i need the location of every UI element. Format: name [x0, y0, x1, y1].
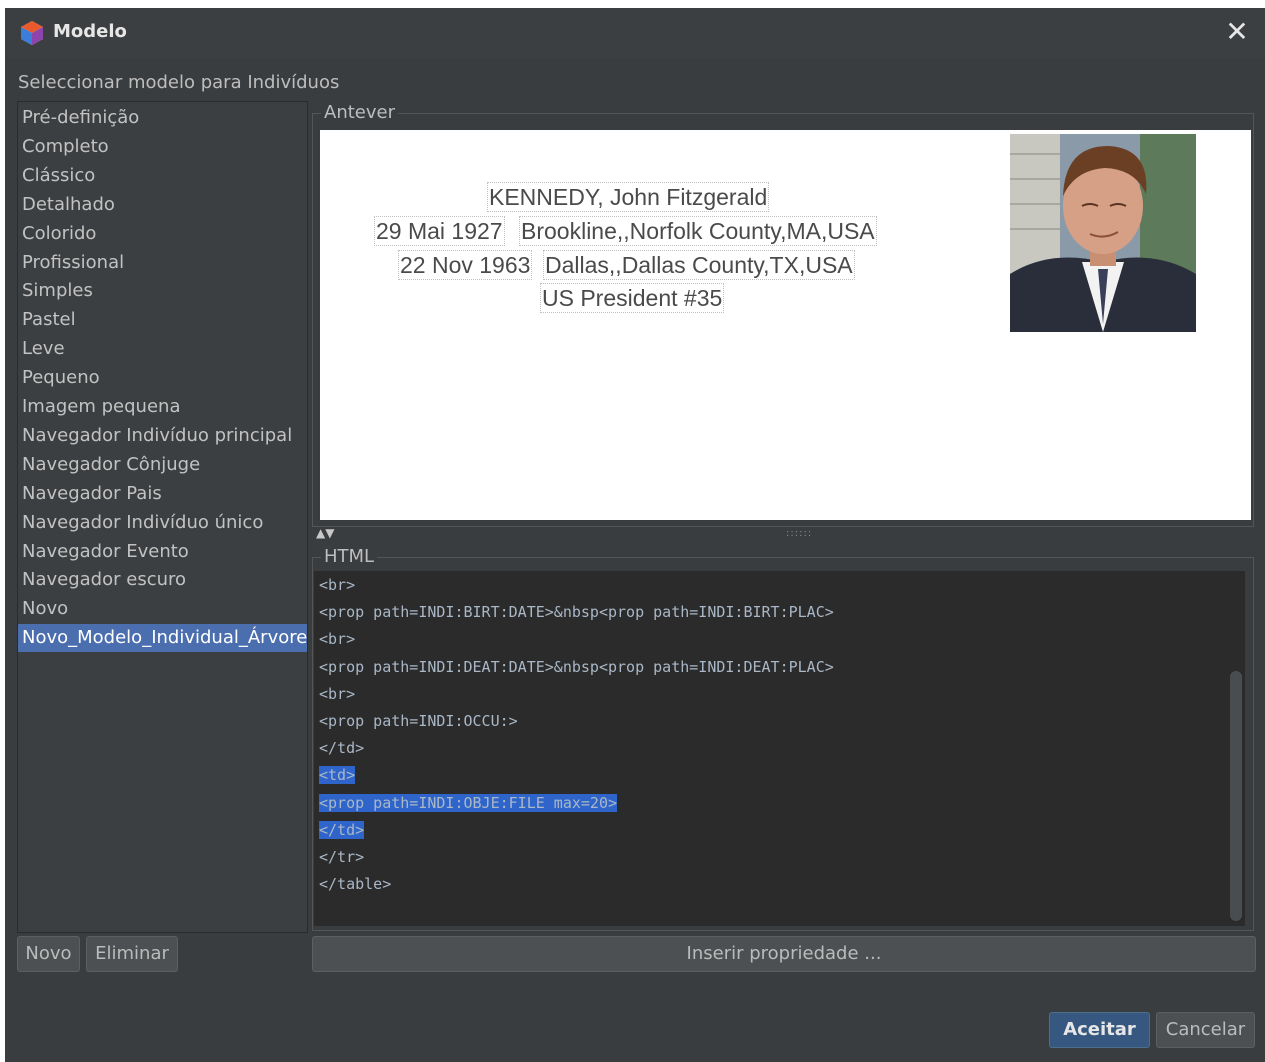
- template-list-item[interactable]: Pastel: [18, 306, 307, 334]
- code-line[interactable]: <prop path=INDI:OBJE:FILE max=20>: [319, 792, 618, 814]
- template-list-item[interactable]: Pré-definição: [18, 104, 307, 132]
- splitter-grip[interactable]: ::::::: [786, 528, 812, 539]
- code-line[interactable]: </td>: [319, 737, 364, 759]
- insert-property-button[interactable]: Inserir propriedade ...: [312, 936, 1256, 972]
- code-line-text: <prop path=INDI:DEAT:DATE>&nbsp<prop pat…: [319, 657, 834, 676]
- template-list-item[interactable]: Navegador Pais: [18, 480, 307, 508]
- html-editor[interactable]: <br> <prop path=INDI:BIRT:DATE>&nbsp<prop…: [314, 571, 1227, 926]
- preview-death-place: Dallas,,Dallas County,TX,USA: [543, 250, 855, 280]
- title-bar: Modelo ✕: [5, 8, 1265, 58]
- template-list-item[interactable]: Novo: [18, 595, 307, 623]
- code-line-text: <br>: [319, 684, 356, 703]
- template-list-item[interactable]: Profissional: [18, 249, 307, 277]
- template-list-item[interactable]: Novo_Modelo_Individual_Árvore: [18, 624, 307, 653]
- template-list-item[interactable]: Navegador Cônjuge: [18, 451, 307, 479]
- dialog-subtitle: Seleccionar modelo para Indivíduos: [18, 72, 340, 93]
- template-list-item[interactable]: Navegador escuro: [18, 566, 307, 594]
- preview-birth-date: 29 Mai 1927: [374, 216, 505, 246]
- window-title: Modelo: [53, 21, 127, 42]
- template-list-item[interactable]: Colorido: [18, 220, 307, 248]
- template-list-item[interactable]: Simples: [18, 277, 307, 305]
- template-list-item[interactable]: Clássico: [18, 162, 307, 190]
- editor-scrollbar-thumb[interactable]: [1230, 671, 1242, 921]
- code-line[interactable]: <br>: [319, 628, 355, 650]
- delete-template-button[interactable]: Eliminar: [86, 936, 178, 972]
- code-line-text: <td>: [319, 766, 356, 785]
- preview-death-date: 22 Nov 1963: [398, 250, 533, 280]
- preview-birth-place: Brookline,,Norfolk County,MA,USA: [519, 216, 877, 246]
- template-list-item[interactable]: Navegador Indivíduo único: [18, 509, 307, 537]
- code-line[interactable]: </table>: [319, 873, 391, 895]
- code-line[interactable]: <prop path=INDI:BIRT:DATE>&nbsp<prop pat…: [319, 601, 834, 623]
- portrait-photo: [1010, 134, 1196, 332]
- code-line[interactable]: </tr>: [319, 846, 364, 868]
- template-list-item[interactable]: Completo: [18, 133, 307, 161]
- accept-button[interactable]: Aceitar: [1049, 1012, 1150, 1048]
- preview-occupation: US President #35: [540, 283, 725, 313]
- code-line[interactable]: <prop path=INDI:OCCU:>: [319, 710, 518, 732]
- code-line[interactable]: <td>: [319, 764, 356, 786]
- code-line[interactable]: <prop path=INDI:DEAT:DATE>&nbsp<prop pat…: [319, 656, 834, 678]
- code-line-text: </td>: [319, 820, 365, 839]
- code-line-text: </tr>: [319, 848, 365, 866]
- splitter-collapse-arrows[interactable]: ▲▼: [316, 526, 334, 540]
- template-list-item[interactable]: Detalhado: [18, 191, 307, 219]
- template-list[interactable]: Pré-definição Completo Clássico Detalhado Co…: [17, 101, 308, 933]
- code-line[interactable]: <br>: [319, 683, 355, 705]
- template-list-item[interactable]: Navegador Evento: [18, 538, 307, 566]
- code-line-text: <prop path=INDI:OBJE:FILE max=20>: [319, 793, 618, 812]
- dialog-window: Modelo ✕ Seleccionar modelo para Indivíd…: [5, 8, 1265, 1062]
- html-label: HTML: [321, 546, 378, 567]
- template-list-item[interactable]: Navegador Indivíduo principal: [18, 422, 307, 450]
- code-line-text: </table>: [319, 875, 392, 894]
- preview-label: Antever: [321, 102, 398, 123]
- app-logo-icon: [21, 21, 43, 45]
- code-line-text: <br>: [319, 576, 356, 594]
- close-icon[interactable]: ✕: [1221, 16, 1253, 48]
- preview-area: KENNEDY, John Fitzgerald 29 Mai 1927 Bro…: [320, 130, 1251, 520]
- code-line-text: <prop path=INDI:BIRT:DATE>&nbsp<prop pat…: [319, 603, 834, 622]
- template-list-item[interactable]: Pequeno: [18, 364, 307, 392]
- cancel-button[interactable]: Cancelar: [1156, 1012, 1255, 1048]
- code-line[interactable]: <br>: [319, 574, 355, 596]
- code-line[interactable]: </td>: [319, 819, 365, 841]
- code-line-text: <prop path=INDI:OCCU:>: [319, 712, 518, 730]
- preview-name: KENNEDY, John Fitzgerald: [487, 182, 770, 212]
- code-line-text: <br>: [319, 630, 356, 649]
- template-list-item[interactable]: Imagem pequena: [18, 393, 307, 421]
- template-list-item[interactable]: Leve: [18, 335, 307, 363]
- new-template-button[interactable]: Novo: [17, 936, 80, 972]
- code-line-text: </td>: [319, 739, 365, 758]
